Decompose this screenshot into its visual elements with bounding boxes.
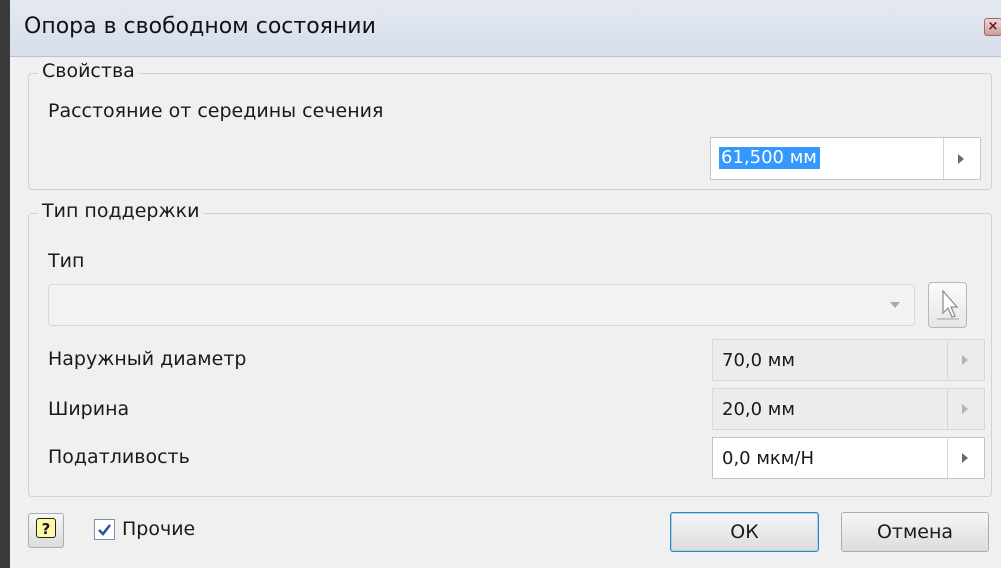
window-title: Опора в свободном состоянии [24, 14, 376, 39]
outer-diameter-field[interactable]: 70,0 мм [712, 339, 985, 381]
properties-group-label: Свойства [38, 60, 139, 82]
cursor-select-icon[interactable] [928, 282, 967, 328]
type-dropdown[interactable] [48, 284, 915, 326]
distance-value[interactable]: 61,500 мм [719, 147, 820, 169]
distance-arrow-icon[interactable] [943, 138, 980, 179]
help-icon: ? [36, 518, 56, 538]
width-value: 20,0 мм [722, 399, 795, 420]
distance-label: Расстояние от середины сечения [48, 100, 384, 122]
support-type-group-label: Тип поддержки [38, 200, 204, 222]
type-label: Тип [48, 250, 85, 272]
checkmark-icon [98, 524, 111, 536]
title-bar: Опора в свободном состоянии × [10, 0, 1001, 57]
outer-diameter-label: Наружный диаметр [48, 348, 247, 370]
compliance-label: Податливость [48, 446, 190, 468]
ok-button[interactable]: ОК [670, 512, 819, 552]
compliance-arrow-icon[interactable] [947, 438, 984, 478]
close-icon[interactable]: × [984, 18, 1001, 36]
compliance-value[interactable]: 0,0 мкм/Н [722, 448, 814, 469]
distance-field[interactable]: 61,500 мм [710, 137, 981, 180]
cancel-button[interactable]: Отмена [841, 512, 989, 552]
width-field[interactable]: 20,0 мм [712, 388, 985, 430]
outer-diameter-arrow-icon[interactable] [947, 340, 984, 380]
compliance-field[interactable]: 0,0 мкм/Н [712, 437, 985, 479]
other-checkbox[interactable] [94, 519, 115, 540]
dialog-body: Свойства Расстояние от середины сечения … [10, 57, 1001, 568]
other-label[interactable]: Прочие [122, 518, 195, 540]
width-arrow-icon[interactable] [947, 389, 984, 429]
outer-diameter-value: 70,0 мм [722, 350, 795, 371]
chevron-down-icon[interactable] [890, 302, 900, 308]
width-label: Ширина [48, 398, 130, 420]
help-button[interactable]: ? [28, 513, 64, 548]
left-border [0, 0, 10, 568]
